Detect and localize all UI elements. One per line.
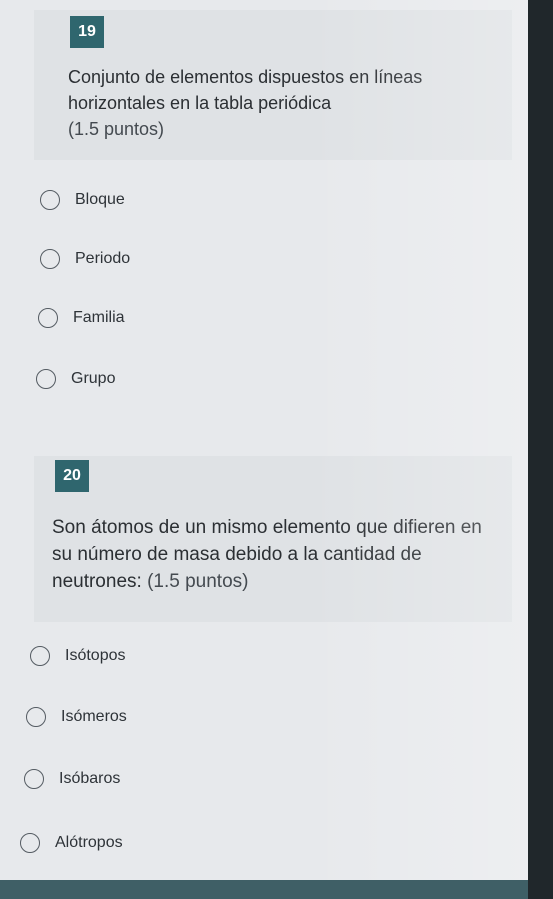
option-alotropos[interactable]: Alótropos xyxy=(20,833,123,853)
question-number-badge: 20 xyxy=(55,460,89,492)
option-isotopos[interactable]: Isótopos xyxy=(30,646,125,666)
radio-button-icon[interactable] xyxy=(30,646,50,666)
radio-button-icon[interactable] xyxy=(38,308,58,328)
option-familia[interactable]: Familia xyxy=(38,308,125,328)
option-label: Periodo xyxy=(75,250,131,267)
radio-button-icon[interactable] xyxy=(40,249,60,269)
radio-button-icon[interactable] xyxy=(40,190,60,210)
option-label: Bloque xyxy=(75,191,125,208)
question-text: Son átomos de un mismo elemento que difi… xyxy=(52,514,492,595)
option-label: Grupo xyxy=(71,370,116,387)
option-label: Alótropos xyxy=(55,834,123,851)
option-isomeros[interactable]: Isómeros xyxy=(26,707,127,727)
question-statement: Son átomos de un mismo elemento que difi… xyxy=(52,517,482,592)
option-bloque[interactable]: Bloque xyxy=(40,190,125,210)
quiz-screen: 19 Conjunto de elementos dispuestos en l… xyxy=(0,0,528,884)
device-bezel xyxy=(528,0,553,899)
question-number-badge: 19 xyxy=(70,16,104,48)
radio-button-icon[interactable] xyxy=(20,833,40,853)
option-label: Isóbaros xyxy=(59,770,121,787)
option-label: Isómeros xyxy=(61,708,127,725)
option-label: Isótopos xyxy=(65,647,126,664)
bottom-bar xyxy=(0,880,528,899)
option-grupo[interactable]: Grupo xyxy=(36,369,115,389)
question-text: Conjunto de elementos dispuestos en líne… xyxy=(68,64,488,142)
question-statement: Conjunto de elementos dispuestos en líne… xyxy=(68,67,423,113)
option-periodo[interactable]: Periodo xyxy=(40,249,130,269)
radio-button-icon[interactable] xyxy=(24,769,44,789)
option-label: Familia xyxy=(73,309,125,326)
radio-button-icon[interactable] xyxy=(26,707,46,727)
question-points: (1.5 puntos) xyxy=(68,119,165,139)
question-points: (1.5 puntos) xyxy=(147,571,249,592)
radio-button-icon[interactable] xyxy=(36,369,56,389)
option-isobaros[interactable]: Isóbaros xyxy=(24,769,120,789)
